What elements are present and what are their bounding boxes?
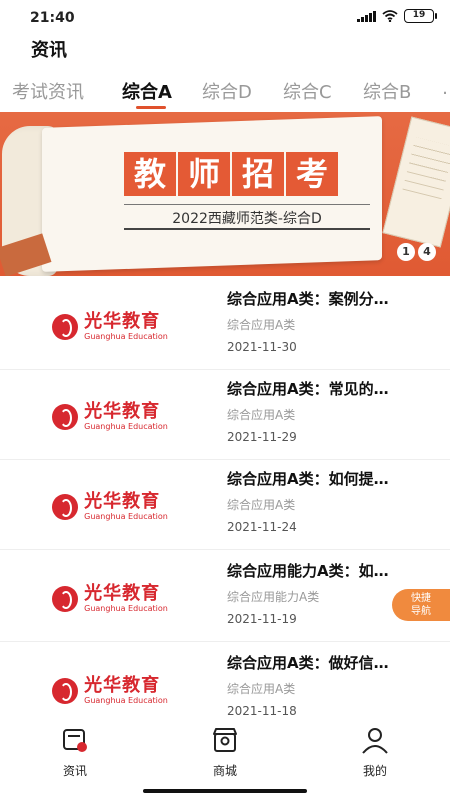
news-category: 综合应用A类 <box>227 408 296 422</box>
category-tabs: 考试资讯 综合A 综合D 综合C 综合B … <box>0 72 450 110</box>
nav-label: 资讯 <box>62 764 87 778</box>
logo-text: 光华教育 <box>84 675 161 696</box>
status-time: 21:40 <box>30 10 75 26</box>
news-thumbnail: 光华教育 Guanghua Education <box>10 560 210 638</box>
banner-title: 教 师 招 考 <box>124 152 338 196</box>
notebook-decoration <box>382 116 450 248</box>
carousel-indicator: 1 4 <box>397 242 436 262</box>
tab-zonghe-c[interactable]: 综合C <box>283 78 332 104</box>
news-item[interactable]: 光华教育 Guanghua Education 综合应用A类：做好信… 综合应用A… <box>0 644 450 734</box>
news-item[interactable]: 光华教育 Guanghua Education 综合应用A类：常见的… 综合应用A… <box>0 370 450 460</box>
banner-title-char: 教 <box>124 152 176 196</box>
logo-text: 光华教育 <box>84 311 161 332</box>
logo-text: 光华教育 <box>84 491 161 512</box>
signal-icon <box>357 10 376 22</box>
logo-text: 光华教育 <box>84 583 161 604</box>
indicator-current: 1 <box>397 243 415 261</box>
news-thumbnail: 光华教育 Guanghua Education <box>10 468 210 546</box>
news-title: 综合应用A类：如何提… <box>227 470 389 488</box>
news-category: 综合应用A类 <box>227 498 296 512</box>
home-indicator <box>143 789 307 793</box>
battery-icon: 19 <box>404 9 437 23</box>
logo-text: 光华教育 <box>84 401 161 422</box>
nav-item-shop[interactable]: 商城 <box>195 726 255 779</box>
news-date: 2021-11-30 <box>227 340 297 354</box>
banner-title-char: 考 <box>286 152 338 196</box>
banner-carousel[interactable]: 教 师 招 考 2022西藏师范类-综合D 1 4 <box>0 112 450 276</box>
news-title: 综合应用能力A类：如… <box>227 562 389 580</box>
quick-nav-line2: 导航 <box>411 606 431 617</box>
tab-overflow[interactable]: … <box>442 78 450 99</box>
banner-title-char: 招 <box>232 152 284 196</box>
banner-subtitle: 2022西藏师范类-综合D <box>172 211 322 227</box>
guanghua-logo-icon <box>52 494 79 520</box>
news-category: 综合应用能力A类 <box>227 590 320 604</box>
news-thumbnail: 光华教育 Guanghua Education <box>10 652 210 730</box>
news-category: 综合应用A类 <box>227 682 296 696</box>
news-thumbnail: 光华教育 Guanghua Education <box>10 288 210 366</box>
tab-exam-news[interactable]: 考试资讯 <box>12 78 84 104</box>
news-item[interactable]: 光华教育 Guanghua Education 综合应用A类：案例分… 综合应用A… <box>0 280 450 370</box>
page-title: 资讯 <box>31 40 67 61</box>
nav-item-news[interactable]: 资讯 <box>45 726 105 779</box>
active-tab-underline <box>136 106 166 109</box>
nav-label: 我的 <box>362 764 387 778</box>
guanghua-logo-icon <box>52 404 79 430</box>
banner-divider-top <box>124 204 370 205</box>
nav-label: 商城 <box>212 764 237 778</box>
status-icons: 19 <box>357 9 437 23</box>
shop-icon <box>213 728 237 752</box>
logo-subtext: Guanghua Education <box>84 332 168 341</box>
guanghua-logo-icon <box>52 586 79 612</box>
news-icon <box>63 729 87 752</box>
news-item[interactable]: 光华教育 Guanghua Education 综合应用A类：如何提… 综合应用A… <box>0 460 450 550</box>
news-date: 2021-11-24 <box>227 520 297 534</box>
banner-title-char: 师 <box>178 152 230 196</box>
logo-subtext: Guanghua Education <box>84 696 168 705</box>
news-title: 综合应用A类：做好信… <box>227 654 389 672</box>
wifi-icon <box>382 10 398 22</box>
indicator-total: 4 <box>418 243 436 261</box>
news-item[interactable]: 光华教育 Guanghua Education 综合应用能力A类：如… 综合应用能… <box>0 552 450 642</box>
logo-subtext: Guanghua Education <box>84 512 168 521</box>
news-date: 2021-11-18 <box>227 704 297 718</box>
news-title: 综合应用A类：常见的… <box>227 380 389 398</box>
news-category: 综合应用A类 <box>227 318 296 332</box>
quick-nav-button[interactable]: 快捷 导航 <box>392 589 450 621</box>
guanghua-logo-icon <box>52 678 79 704</box>
news-title: 综合应用A类：案例分… <box>227 290 389 308</box>
quick-nav-line1: 快捷 <box>411 593 431 604</box>
tab-zonghe-d[interactable]: 综合D <box>202 78 252 104</box>
news-date: 2021-11-19 <box>227 612 297 626</box>
nav-item-profile[interactable]: 我的 <box>345 726 405 779</box>
logo-subtext: Guanghua Education <box>84 422 168 431</box>
guanghua-logo-icon <box>52 314 79 340</box>
tab-zonghe-a[interactable]: 综合A <box>122 78 172 104</box>
status-bar: 21:40 19 <box>0 0 450 34</box>
news-date: 2021-11-29 <box>227 430 297 444</box>
banner-divider-bottom <box>124 228 370 230</box>
tab-zonghe-b[interactable]: 综合B <box>363 78 411 104</box>
logo-subtext: Guanghua Education <box>84 604 168 613</box>
news-thumbnail: 光华教育 Guanghua Education <box>10 378 210 456</box>
profile-icon <box>362 728 388 754</box>
